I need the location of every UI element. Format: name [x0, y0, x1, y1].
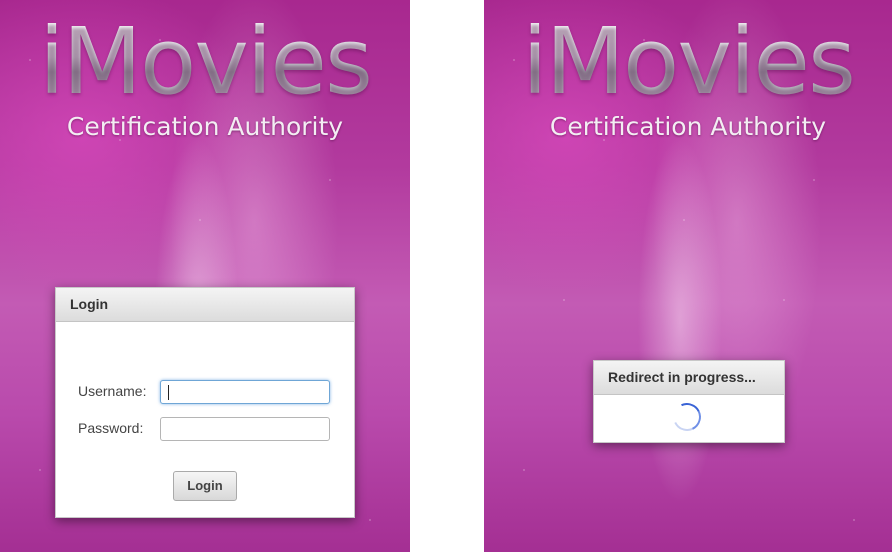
username-input[interactable]	[160, 380, 330, 404]
text-caret	[168, 385, 169, 400]
login-button[interactable]: Login	[173, 471, 237, 501]
login-screen: iMovies Certification Authority Login Us…	[0, 0, 410, 552]
brand-title: iMovies	[484, 12, 892, 112]
password-label: Password:	[78, 420, 144, 436]
brand-title: iMovies	[0, 12, 410, 112]
username-label: Username:	[78, 383, 147, 399]
redirect-dialog-title: Redirect in progress...	[594, 361, 784, 395]
loading-spinner-icon	[669, 399, 705, 435]
brand-subtitle: Certification Authority	[549, 112, 827, 141]
login-dialog-title: Login	[56, 288, 354, 322]
login-dialog: Login Username: Password: Login	[55, 287, 355, 518]
brand-subtitle: Certification Authority	[66, 112, 344, 141]
redirect-dialog: Redirect in progress...	[593, 360, 785, 443]
password-input[interactable]	[160, 417, 330, 441]
redirect-screen: iMovies Certification Authority Redirect…	[484, 0, 892, 552]
